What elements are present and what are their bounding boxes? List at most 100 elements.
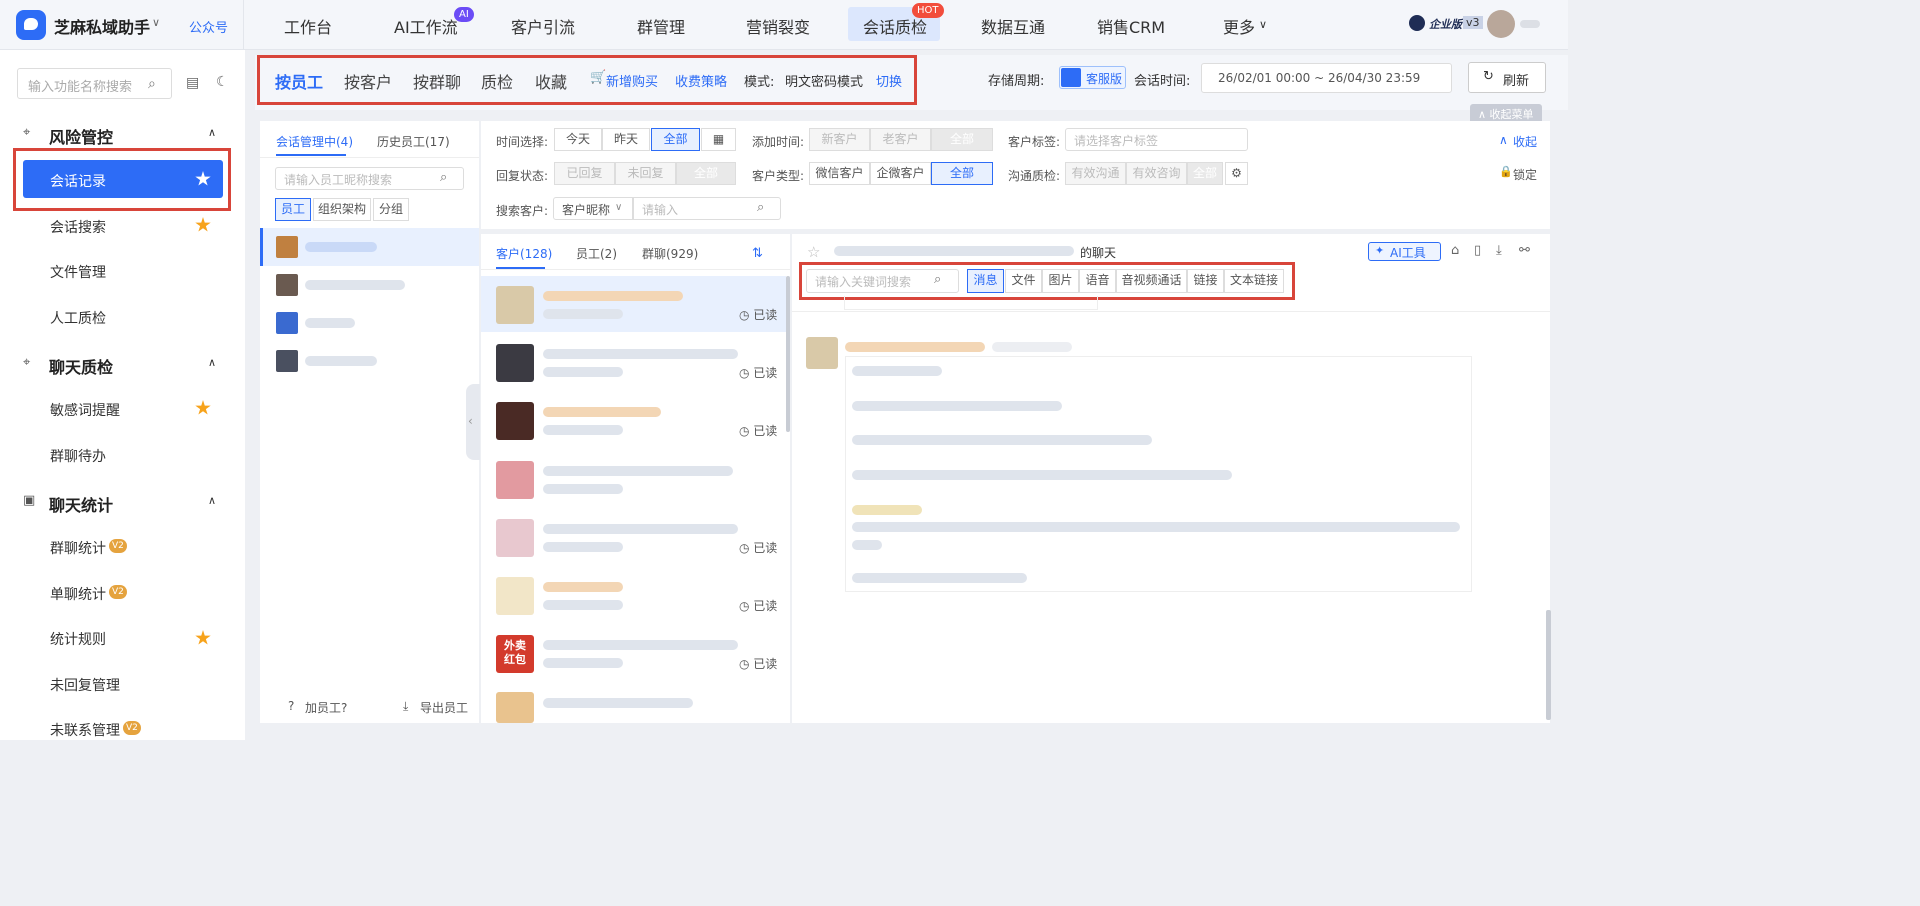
chevron-up-icon[interactable]: ∧ (208, 126, 216, 139)
sidebar-item-session-search[interactable]: 会话搜索 (50, 217, 106, 237)
chevron-up-icon[interactable]: ∧ (208, 356, 216, 369)
buy-link[interactable]: 新增购买 (606, 71, 658, 90)
time-today[interactable]: 今天 (554, 128, 602, 151)
calendar-icon[interactable]: ▦ (701, 128, 736, 151)
seg-group[interactable]: 分组 (373, 198, 409, 221)
scrollbar[interactable] (786, 276, 790, 432)
sidebar-item-single-stats[interactable]: 单聊统计 (50, 584, 106, 604)
share-icon[interactable]: ⚯ (1519, 243, 1530, 258)
export-employee-link[interactable]: 导出员工 (420, 699, 468, 716)
customer-avatar[interactable]: 外卖 红包 (496, 635, 534, 673)
tab-by-customer[interactable]: 按客户 (344, 69, 392, 93)
pricing-link[interactable]: 收费策略 (675, 71, 727, 90)
sidebar-item-group-stats[interactable]: 群聊统计 (50, 538, 106, 558)
nav-marketing[interactable]: 营销裂变 (746, 14, 810, 38)
tab-favorites[interactable]: 收藏 (535, 69, 567, 93)
qc-all[interactable]: 全部 (1187, 162, 1223, 185)
nav-workbench[interactable]: 工作台 (284, 14, 332, 38)
qc-valid-consult[interactable]: 有效咨询 (1126, 162, 1187, 185)
tab-history-employees[interactable]: 历史员工(17) (377, 133, 450, 150)
user-avatar[interactable] (1487, 10, 1515, 38)
section-risk-control[interactable]: 风险管控 (49, 124, 113, 148)
official-account-link[interactable]: 公众号 (189, 17, 228, 36)
lock-filters-link[interactable]: 锁定 (1513, 166, 1537, 183)
tab-active-employees[interactable]: 会话管理中(4) (276, 133, 353, 150)
sidebar-item-sensitive-words[interactable]: 敏感词提醒 (50, 400, 120, 420)
add-new-customer[interactable]: 新客户 (809, 128, 870, 151)
msg-type-link[interactable]: 链接 (1187, 269, 1224, 293)
nav-data-sync[interactable]: 数据互通 (981, 14, 1045, 38)
reply-replied[interactable]: 已回复 (554, 162, 615, 185)
sidebar-item-group-todo[interactable]: 群聊待办 (50, 446, 106, 466)
user-name-blurred[interactable] (1520, 20, 1540, 28)
type-wechat[interactable]: 微信客户 (809, 162, 870, 185)
tab-by-employee[interactable]: 按员工 (275, 69, 323, 93)
employee-search-input[interactable]: 请输入员工昵称搜索 (275, 167, 464, 190)
msg-type-text-link[interactable]: 文本链接 (1224, 269, 1284, 293)
nav-group-management[interactable]: 群管理 (637, 14, 685, 38)
employee-avatar[interactable] (276, 312, 298, 334)
download-icon[interactable]: ⤓ (1496, 243, 1502, 258)
sidebar-item-file-management[interactable]: 文件管理 (50, 262, 106, 282)
layout-icon[interactable]: ▤ (186, 75, 199, 91)
customer-avatar[interactable] (496, 402, 534, 440)
file-icon[interactable]: ▯ (1474, 243, 1481, 258)
add-all[interactable]: 全部 (931, 128, 993, 151)
employee-avatar[interactable] (276, 350, 298, 372)
qc-valid-communication[interactable]: 有效沟通 (1065, 162, 1126, 185)
add-old-customer[interactable]: 老客户 (870, 128, 931, 151)
tab-customers[interactable]: 客户(128) (496, 245, 552, 262)
msg-type-file[interactable]: 文件 (1005, 269, 1042, 293)
seg-org[interactable]: 组织架构 (313, 198, 371, 221)
customer-avatar[interactable] (496, 692, 534, 723)
brand-name[interactable]: 芝麻私域助手 (54, 14, 150, 38)
sidebar-item-uncontacted[interactable]: 未联系管理 (50, 720, 120, 740)
moon-icon[interactable]: ☾ (216, 74, 229, 90)
customer-avatar[interactable] (496, 461, 534, 499)
search-icon[interactable]: ⌕ (148, 76, 156, 92)
add-employee-link[interactable]: 加员工? (305, 699, 347, 716)
nav-ai-workflow[interactable]: AI工作流 (394, 14, 458, 38)
chat-scrollbar[interactable] (1546, 610, 1551, 720)
msg-type-image[interactable]: 图片 (1042, 269, 1079, 293)
sort-icon[interactable]: ⇅ (752, 246, 763, 261)
customer-avatar[interactable] (496, 344, 534, 382)
star-outline-icon[interactable]: ☆ (807, 243, 820, 261)
tab-by-group[interactable]: 按群聊 (413, 69, 461, 93)
search-icon[interactable]: ⌕ (934, 272, 941, 287)
customer-avatar[interactable] (496, 577, 534, 615)
nav-customer-traffic[interactable]: 客户引流 (511, 14, 575, 38)
date-range-picker[interactable]: 26/02/01 00:00 ~ 26/04/30 23:59 (1201, 63, 1452, 93)
switch-mode-link[interactable]: 切换 (876, 71, 902, 90)
tag-icon[interactable]: ⌂ (1451, 243, 1459, 258)
section-chat-qc[interactable]: 聊天质检 (49, 354, 113, 378)
section-chat-stats[interactable]: 聊天统计 (49, 492, 113, 516)
chevron-up-icon[interactable]: ∧ (208, 494, 216, 507)
chevron-down-icon[interactable]: ∨ (152, 16, 160, 29)
employee-avatar[interactable] (276, 274, 298, 296)
msg-type-av-call[interactable]: 音视频通话 (1116, 269, 1187, 293)
settings-gear-icon[interactable]: ⚙ (1225, 162, 1248, 185)
type-all[interactable]: 全部 (931, 162, 993, 185)
tab-qc[interactable]: 质检 (481, 69, 513, 93)
time-yesterday[interactable]: 昨天 (602, 128, 650, 151)
sidebar-item-unreplied[interactable]: 未回复管理 (50, 675, 120, 695)
fold-filters-link[interactable]: 收起 (1513, 133, 1537, 150)
msg-type-message[interactable]: 消息 (967, 269, 1004, 293)
search-icon[interactable]: ⌕ (757, 200, 764, 215)
customer-avatar[interactable] (496, 519, 534, 557)
tab-group-chats[interactable]: 群聊(929) (642, 245, 698, 262)
nav-more[interactable]: 更多 (1223, 14, 1255, 38)
time-all[interactable]: 全部 (651, 128, 700, 151)
customer-tag-select[interactable]: 请选择客户标签 (1065, 128, 1248, 151)
reply-unreplied[interactable]: 未回复 (615, 162, 676, 185)
type-wecom[interactable]: 企微客户 (870, 162, 931, 185)
seg-employee[interactable]: 员工 (275, 198, 311, 221)
msg-type-voice[interactable]: 语音 (1079, 269, 1116, 293)
search-icon[interactable]: ⌕ (440, 170, 447, 185)
nav-sales-crm[interactable]: 销售CRM (1097, 14, 1165, 38)
sidebar-item-manual-qc[interactable]: 人工质检 (50, 308, 106, 328)
reply-all[interactable]: 全部 (676, 162, 736, 185)
tab-employees[interactable]: 员工(2) (576, 245, 617, 262)
sidebar-item-stat-rules[interactable]: 统计规则 (50, 629, 106, 649)
